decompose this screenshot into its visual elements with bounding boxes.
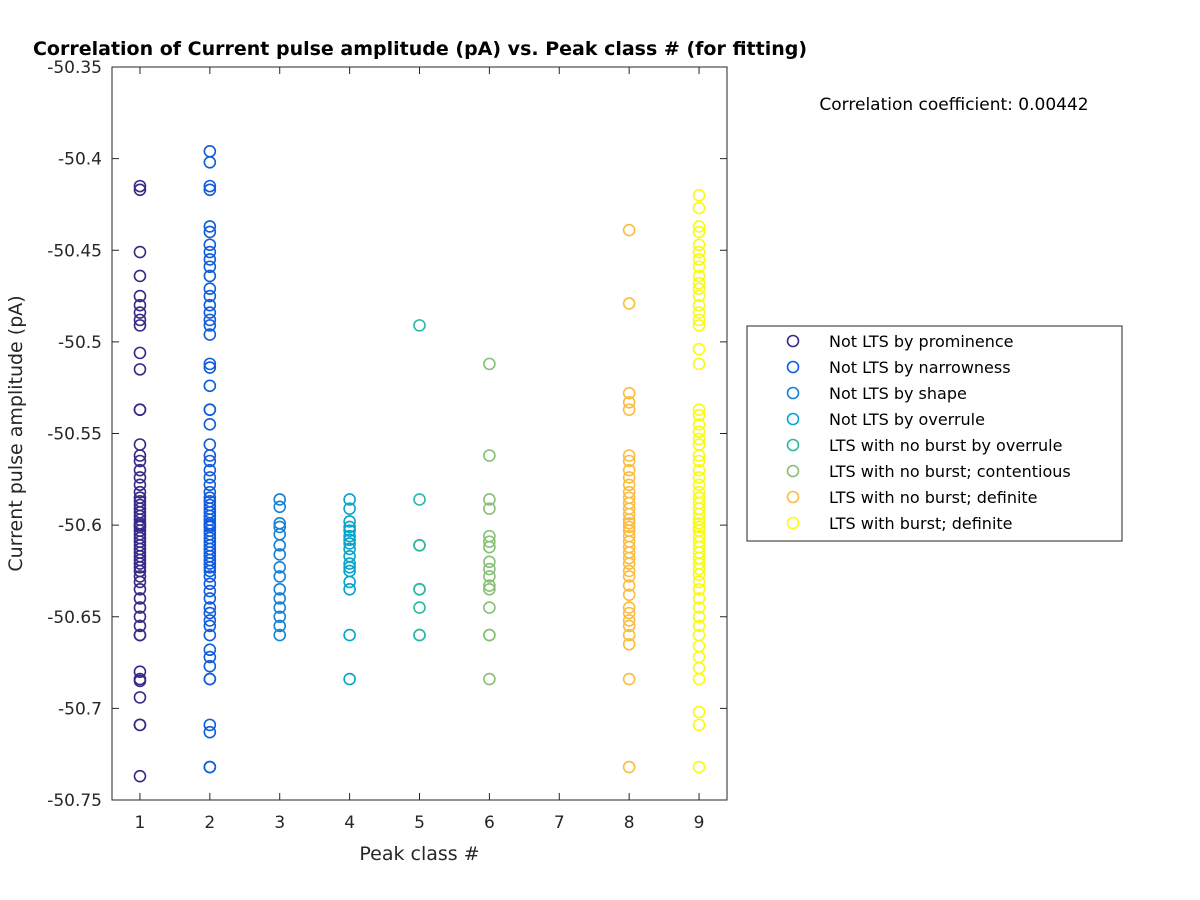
x-tick-label: 1	[135, 813, 146, 833]
x-tick-label: 4	[344, 813, 355, 833]
legend-label: Not LTS by shape	[829, 384, 967, 403]
correlation-annotation: Correlation coefficient: 0.00442	[819, 95, 1088, 115]
x-tick-label: 5	[414, 813, 425, 833]
y-tick-label: -50.45	[47, 241, 102, 261]
x-tick-label: 6	[484, 813, 495, 833]
scatter-chart: Correlation of Current pulse amplitude (…	[5, 38, 1123, 865]
x-axis-label: Peak class #	[359, 843, 479, 865]
chart-title: Correlation of Current pulse amplitude (…	[33, 38, 807, 60]
legend-label: LTS with burst; definite	[829, 514, 1013, 533]
y-tick-label: -50.4	[58, 150, 102, 170]
y-tick-label: -50.7	[58, 699, 102, 719]
x-tick-label: 2	[204, 813, 215, 833]
y-axis-label: Current pulse amplitude (pA)	[5, 295, 27, 571]
legend-label: LTS with no burst; definite	[829, 488, 1038, 507]
y-tick-label: -50.6	[58, 516, 102, 536]
legend-label: Not LTS by overrule	[829, 410, 985, 429]
x-tick-label: 8	[624, 813, 635, 833]
legend-label: Not LTS by prominence	[829, 332, 1014, 351]
x-tick-label: 7	[554, 813, 565, 833]
y-tick-label: -50.5	[58, 333, 102, 353]
legend-label: LTS with no burst by overrule	[829, 436, 1062, 455]
legend-label: Not LTS by narrowness	[829, 358, 1011, 377]
legend-item: LTS with no burst; contentious	[786, 462, 1071, 481]
y-tick-label: -50.55	[47, 425, 102, 445]
x-tick-label: 3	[274, 813, 285, 833]
legend-item: LTS with no burst by overrule	[786, 436, 1062, 455]
y-tick-label: -50.65	[47, 608, 102, 628]
legend: Not LTS by prominence Not LTS by narrowne…	[746, 325, 1123, 542]
y-tick-label: -50.75	[47, 791, 102, 811]
legend-label: LTS with no burst; contentious	[829, 462, 1071, 481]
x-tick-label: 9	[694, 813, 705, 833]
plot-area	[111, 66, 728, 801]
y-tick-label: -50.35	[47, 58, 102, 78]
